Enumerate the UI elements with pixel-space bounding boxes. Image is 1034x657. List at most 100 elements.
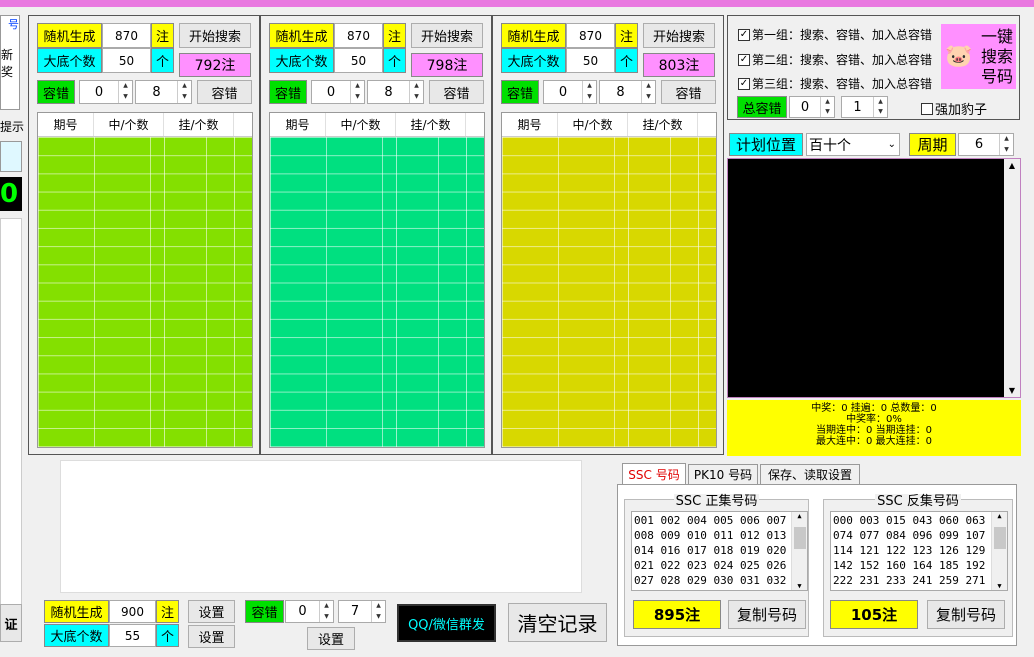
leopard-checkbox[interactable]: 强加豹子 <box>921 99 987 118</box>
base-count-input[interactable]: 50 <box>102 48 151 73</box>
down-arrow-icon[interactable]: ▼ <box>410 92 423 103</box>
down-arrow-icon[interactable]: ▼ <box>1000 145 1013 156</box>
up-arrow-icon[interactable]: ▲ <box>642 81 655 92</box>
down-arrow-icon[interactable]: ▼ <box>119 92 132 103</box>
bottom-tolerance-max[interactable]: 7 ▲ ▼ <box>338 600 386 623</box>
up-arrow-icon[interactable]: ▲ <box>410 81 423 92</box>
up-arrow-icon[interactable]: ▲ <box>1000 134 1013 145</box>
plan-output-scrollbar[interactable]: ▲ ▼ <box>1004 159 1020 397</box>
bottom-set-button-1[interactable]: 设置 <box>188 600 235 623</box>
random-gen-input[interactable]: 870 <box>334 23 383 48</box>
up-arrow-icon[interactable]: ▲ <box>874 97 887 107</box>
up-arrow-icon[interactable]: ▲ <box>320 601 333 612</box>
bottom-set-button-2[interactable]: 设置 <box>188 625 235 648</box>
result-grid[interactable]: 期号 中/个数 挂/个数 <box>501 112 717 448</box>
tolerance-min-spinner[interactable]: 0 ▲ ▼ <box>543 80 597 104</box>
start-search-button[interactable]: 开始搜索 <box>643 23 715 48</box>
copy-positive-button[interactable]: 复制号码 <box>728 600 806 629</box>
up-arrow-icon[interactable]: ▲ <box>178 81 191 92</box>
scroll-thumb[interactable] <box>794 527 806 549</box>
negative-number-row[interactable]: 000 003 015 043 060 063 <box>831 513 1007 528</box>
random-gen-input[interactable]: 870 <box>102 23 151 48</box>
ssc-negative-list[interactable]: 000 003 015 043 060 063 074 077 084 096 0… <box>830 511 1008 591</box>
up-arrow-icon[interactable]: ▲ <box>372 601 385 612</box>
tab-ssc[interactable]: SSC 号码 <box>622 463 686 484</box>
plan-position-select[interactable]: 百十个 ⌄ <box>806 133 900 156</box>
down-arrow-icon[interactable]: ▼ <box>320 612 333 623</box>
random-gen-input[interactable]: 870 <box>566 23 615 48</box>
bottom-base-count-input[interactable]: 55 <box>109 624 156 647</box>
check-box-2[interactable]: ✓ <box>738 53 750 66</box>
scroll-down-icon[interactable]: ▼ <box>992 582 1007 590</box>
total-tolerance-max[interactable]: 1 ▲ ▼ <box>841 96 888 118</box>
negative-number-row[interactable]: 074 077 084 096 099 107 <box>831 528 1007 543</box>
tolerance-button[interactable]: 容错 <box>429 80 484 104</box>
log-textarea[interactable] <box>60 460 582 593</box>
down-arrow-icon[interactable]: ▼ <box>821 107 834 117</box>
ssc-positive-scrollbar[interactable]: ▲ ▼ <box>791 512 807 590</box>
chevron-down-icon[interactable]: ⌄ <box>888 139 899 150</box>
scroll-up-icon[interactable]: ▲ <box>792 512 807 520</box>
down-arrow-icon[interactable]: ▼ <box>372 612 385 623</box>
up-arrow-icon[interactable]: ▲ <box>119 81 132 92</box>
check-box-3[interactable]: ✓ <box>738 77 750 90</box>
scroll-down-icon[interactable]: ▼ <box>1004 386 1020 395</box>
result-grid[interactable]: 期号 中/个数 挂/个数 <box>37 112 253 448</box>
tolerance-max-spinner[interactable]: 8 ▲ ▼ <box>599 80 656 104</box>
start-search-button[interactable]: 开始搜索 <box>179 23 251 48</box>
negative-number-row[interactable]: 222 231 233 241 259 271 <box>831 573 1007 588</box>
down-arrow-icon[interactable]: ▼ <box>642 92 655 103</box>
positive-number-row[interactable]: 021 022 023 024 025 026 <box>632 558 807 573</box>
period-spinner[interactable]: 6 ▲ ▼ <box>958 133 1014 156</box>
down-arrow-icon[interactable]: ▼ <box>178 92 191 103</box>
base-count-input[interactable]: 50 <box>334 48 383 73</box>
start-search-button[interactable]: 开始搜索 <box>411 23 483 48</box>
bottom-random-gen-input[interactable]: 900 <box>109 600 156 623</box>
check-group1[interactable]: ✓ 第一组：搜索、容错、加入总容错 <box>738 26 932 43</box>
bottom-tolerance-min[interactable]: 0 ▲ ▼ <box>285 600 334 623</box>
down-arrow-icon[interactable]: ▼ <box>874 107 887 117</box>
tolerance-max-spinner[interactable]: 8 ▲ ▼ <box>135 80 192 104</box>
tolerance-max-spinner[interactable]: 8 ▲ ▼ <box>367 80 424 104</box>
tolerance-min-spinner[interactable]: 0 ▲ ▼ <box>311 80 365 104</box>
scroll-thumb[interactable] <box>994 527 1006 549</box>
tolerance-button[interactable]: 容错 <box>661 80 716 104</box>
check-group3[interactable]: ✓ 第三组：搜索、容错、加入总容错 <box>738 75 932 92</box>
down-arrow-icon[interactable]: ▼ <box>351 92 364 103</box>
check-group2[interactable]: ✓ 第二组：搜索、容错、加入总容错 <box>738 51 932 68</box>
random-gen-label: 随机生成 <box>501 23 566 48</box>
positive-number-row[interactable]: 001 002 004 005 006 007 <box>632 513 807 528</box>
clear-records-button[interactable]: 清空记录 <box>508 603 607 642</box>
qq-wechat-broadcast-button[interactable]: QQ/微信群发 <box>397 604 496 642</box>
left-list <box>0 218 22 608</box>
down-arrow-icon[interactable]: ▼ <box>583 92 596 103</box>
left-blue-box <box>0 141 22 172</box>
left-verify-button[interactable]: 证 <box>0 604 22 642</box>
tab-save-load[interactable]: 保存、读取设置 <box>760 464 860 484</box>
negative-number-row[interactable]: 142 152 160 164 185 192 <box>831 558 1007 573</box>
negative-number-row[interactable]: 114 121 122 123 126 129 <box>831 543 1007 558</box>
result-grid[interactable]: 期号 中/个数 挂/个数 <box>269 112 485 448</box>
scroll-down-icon[interactable]: ▼ <box>792 582 807 590</box>
leopard-box[interactable] <box>921 102 933 115</box>
up-arrow-icon[interactable]: ▲ <box>351 81 364 92</box>
tolerance-min-spinner[interactable]: 0 ▲ ▼ <box>79 80 133 104</box>
check-box-1[interactable]: ✓ <box>738 28 750 41</box>
scroll-up-icon[interactable]: ▲ <box>1004 161 1020 170</box>
bottom-set-button-3[interactable]: 设置 <box>307 627 355 650</box>
scroll-up-icon[interactable]: ▲ <box>992 512 1007 520</box>
tolerance-button[interactable]: 容错 <box>197 80 252 104</box>
positive-number-row[interactable]: 027 028 029 030 031 032 <box>632 573 807 588</box>
positive-number-row[interactable]: 008 009 010 011 012 013 <box>632 528 807 543</box>
tab-pk10[interactable]: PK10 号码 <box>688 464 758 484</box>
base-count-input[interactable]: 50 <box>566 48 615 73</box>
copy-negative-button[interactable]: 复制号码 <box>927 600 1005 629</box>
total-tolerance-min[interactable]: 0 ▲ ▼ <box>789 96 835 118</box>
ssc-negative-scrollbar[interactable]: ▲ ▼ <box>991 512 1007 590</box>
ssc-positive-list[interactable]: 001 002 004 005 006 007 008 009 010 011 0… <box>631 511 808 591</box>
col-blank <box>466 113 484 136</box>
one-key-search-button[interactable]: 🐷 一键 搜索 号码 <box>941 24 1016 89</box>
up-arrow-icon[interactable]: ▲ <box>583 81 596 92</box>
positive-number-row[interactable]: 014 016 017 018 019 020 <box>632 543 807 558</box>
up-arrow-icon[interactable]: ▲ <box>821 97 834 107</box>
